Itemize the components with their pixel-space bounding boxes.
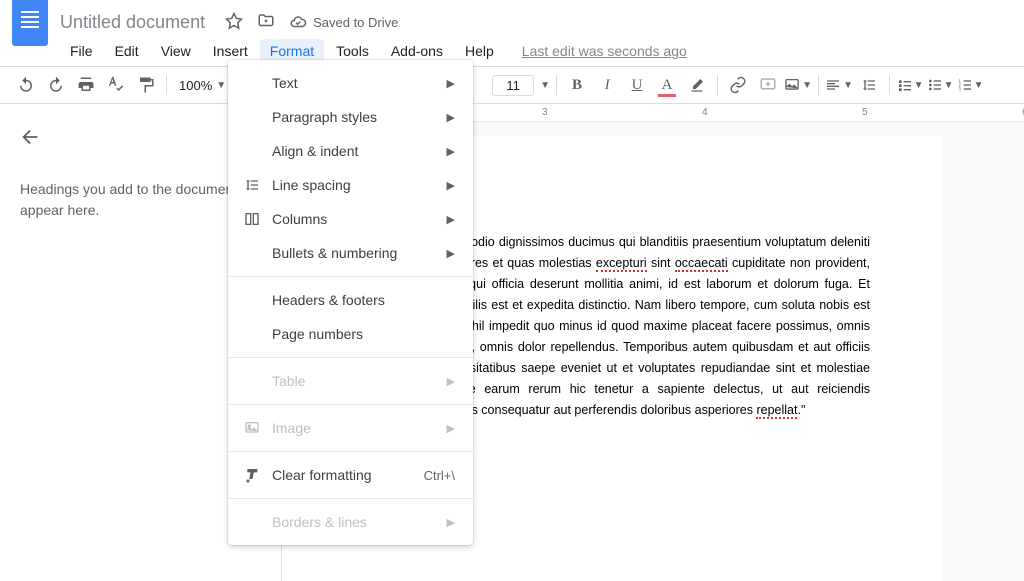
spelling-error[interactable]: occaecati <box>675 256 728 272</box>
text-color-button[interactable]: A <box>653 71 681 99</box>
format-menu-clear-formatting[interactable]: Clear formattingCtrl+\ <box>228 458 473 492</box>
move-folder-icon[interactable] <box>257 12 275 33</box>
svg-text:3: 3 <box>958 86 961 91</box>
menu-item-label: Text <box>272 75 447 91</box>
bullet-list-button[interactable]: ▼ <box>926 71 954 99</box>
chevron-right-icon: ▶ <box>447 77 455 90</box>
menu-file[interactable]: File <box>60 39 103 63</box>
italic-button[interactable]: I <box>593 71 621 99</box>
format-menu-headers-footers[interactable]: Headers & footers <box>228 283 473 317</box>
ruler-mark: 4 <box>702 107 708 118</box>
format-menu-image: Image▶ <box>228 411 473 445</box>
line-spacing-icon <box>244 177 272 193</box>
image-icon <box>244 420 272 436</box>
menu-item-label: Clear formatting <box>272 467 424 483</box>
bold-button[interactable]: B <box>563 71 591 99</box>
outline-back-button[interactable] <box>20 126 261 151</box>
format-menu-text[interactable]: Text▶ <box>228 66 473 100</box>
chevron-down-icon: ▼ <box>216 80 226 91</box>
spelling-error[interactable]: repellat <box>756 403 797 419</box>
format-menu-line-spacing[interactable]: Line spacing▶ <box>228 168 473 202</box>
redo-button[interactable] <box>42 71 70 99</box>
spelling-error[interactable]: excepturi <box>596 256 647 272</box>
ruler-mark: 3 <box>542 107 548 118</box>
menu-edit[interactable]: Edit <box>105 39 149 63</box>
chevron-right-icon: ▶ <box>447 516 455 529</box>
columns-icon <box>244 211 272 227</box>
saved-status: Saved to Drive <box>289 13 398 31</box>
menubar: FileEditViewInsertFormatToolsAdd-onsHelp… <box>0 36 1024 66</box>
underline-button[interactable]: U <box>623 71 651 99</box>
menu-item-label: Align & indent <box>272 143 447 159</box>
menu-item-label: Paragraph styles <box>272 109 447 125</box>
menu-item-label: Headers & footers <box>272 292 455 308</box>
chevron-right-icon: ▶ <box>447 422 455 435</box>
align-button[interactable]: ▼ <box>825 71 853 99</box>
spellcheck-button[interactable] <box>102 71 130 99</box>
document-title[interactable]: Untitled document <box>60 12 205 33</box>
chevron-right-icon: ▶ <box>447 247 455 260</box>
format-menu-columns[interactable]: Columns▶ <box>228 202 473 236</box>
docs-logo-icon[interactable] <box>12 0 48 46</box>
highlight-button[interactable] <box>683 71 711 99</box>
ruler-mark: 5 <box>862 107 868 118</box>
format-menu-page-numbers[interactable]: Page numbers <box>228 317 473 351</box>
insert-image-button[interactable]: ▼ <box>784 71 812 99</box>
zoom-selector[interactable]: 100%▼ <box>173 78 232 93</box>
chevron-down-icon[interactable]: ▼ <box>540 80 550 91</box>
format-menu-borders-lines: Borders & lines▶ <box>228 505 473 539</box>
format-menu-bullets-numbering[interactable]: Bullets & numbering▶ <box>228 236 473 270</box>
chevron-right-icon: ▶ <box>447 145 455 158</box>
menu-item-label: Page numbers <box>272 326 455 342</box>
font-size-input[interactable]: 11 <box>492 75 534 96</box>
format-menu-paragraph-styles[interactable]: Paragraph styles▶ <box>228 100 473 134</box>
outline-empty-message: Headings you add to the document will ap… <box>20 179 261 221</box>
menu-item-label: Line spacing <box>272 177 447 193</box>
menu-item-label: Image <box>272 420 447 436</box>
format-menu-dropdown: Text▶Paragraph styles▶Align & indent▶Lin… <box>228 60 473 545</box>
chevron-right-icon: ▶ <box>447 111 455 124</box>
toolbar: 100%▼ 11 ▼ B I U A ▼ ▼ ▼ ▼ 123▼ <box>0 66 1024 104</box>
clear-icon <box>244 467 272 483</box>
menu-view[interactable]: View <box>151 39 201 63</box>
format-menu-align-indent[interactable]: Align & indent▶ <box>228 134 473 168</box>
chevron-right-icon: ▶ <box>447 213 455 226</box>
chevron-right-icon: ▶ <box>447 375 455 388</box>
paint-format-button[interactable] <box>132 71 160 99</box>
insert-link-button[interactable] <box>724 71 752 99</box>
line-spacing-button[interactable] <box>855 71 883 99</box>
cloud-done-icon <box>289 13 307 31</box>
menu-item-label: Borders & lines <box>272 514 447 530</box>
menu-item-label: Table <box>272 373 447 389</box>
checklist-button[interactable]: ▼ <box>896 71 924 99</box>
print-button[interactable] <box>72 71 100 99</box>
menu-item-label: Columns <box>272 211 447 227</box>
undo-button[interactable] <box>12 71 40 99</box>
shortcut-label: Ctrl+\ <box>424 468 455 483</box>
numbered-list-button[interactable]: 123▼ <box>956 71 984 99</box>
format-menu-table: Table▶ <box>228 364 473 398</box>
menu-item-label: Bullets & numbering <box>272 245 447 261</box>
last-edit-link[interactable]: Last edit was seconds ago <box>522 43 687 59</box>
chevron-right-icon: ▶ <box>447 179 455 192</box>
add-comment-button[interactable] <box>754 71 782 99</box>
star-icon[interactable] <box>225 12 243 33</box>
